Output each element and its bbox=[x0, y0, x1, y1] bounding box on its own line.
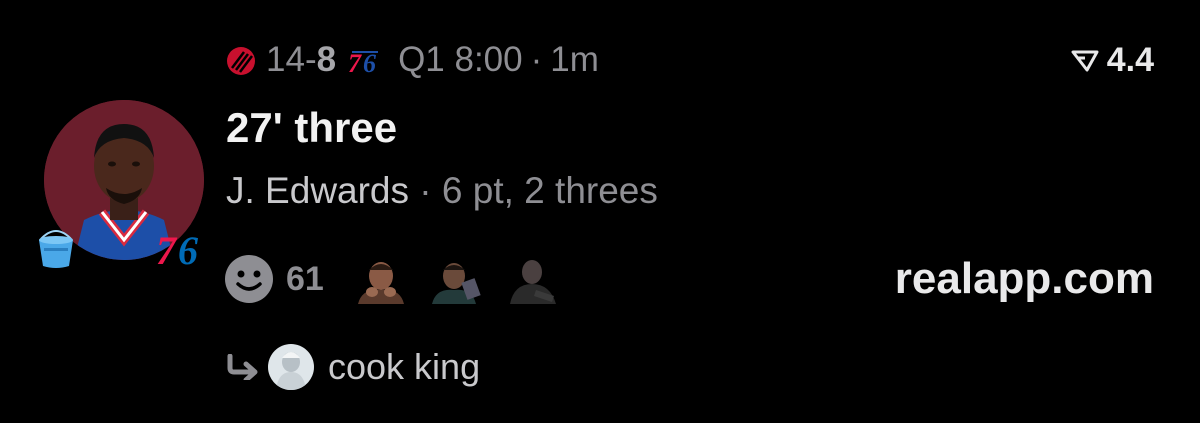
trail-blazers-logo-icon bbox=[226, 45, 256, 75]
reply-user-avatar[interactable] bbox=[268, 344, 314, 390]
reaction-image-1[interactable] bbox=[353, 254, 408, 304]
rating[interactable]: 4.4 bbox=[1071, 38, 1154, 82]
svg-text:6: 6 bbox=[363, 49, 376, 76]
player-name[interactable]: J. Edwards bbox=[226, 170, 409, 211]
flag-check-icon bbox=[1071, 50, 1099, 72]
post-age: 1m bbox=[550, 40, 599, 79]
game-meta-row: 14-8 7 6 Q1 8:00 · 1m bbox=[226, 38, 599, 82]
site-link[interactable]: realapp.com bbox=[895, 252, 1154, 306]
rating-value: 4.4 bbox=[1106, 40, 1154, 79]
score-home: 8 bbox=[316, 40, 337, 79]
meta-separator: · bbox=[530, 40, 543, 79]
score-away: 14 bbox=[266, 40, 305, 79]
reaction-count[interactable]: 61 bbox=[286, 260, 324, 299]
reaction-image-2[interactable] bbox=[429, 254, 484, 304]
score-dash: - bbox=[304, 40, 317, 79]
post-subtitle: J. Edwards · 6 pt, 2 threes bbox=[226, 170, 658, 212]
reaction-image-3[interactable] bbox=[505, 254, 560, 304]
subtitle-separator: · bbox=[419, 170, 432, 211]
reply-arrow-icon bbox=[227, 354, 258, 380]
reply-row[interactable]: cook king bbox=[226, 340, 480, 394]
post-title: 27' three bbox=[226, 104, 398, 151]
reactions-row: 61 bbox=[224, 252, 582, 306]
game-clock: Q1 8:00 bbox=[398, 40, 523, 79]
bucket-icon bbox=[36, 226, 76, 270]
76ers-logo-icon: 7 6 bbox=[348, 45, 382, 78]
svg-text:7: 7 bbox=[348, 49, 362, 76]
76ers-badge-icon: 7 6 bbox=[152, 226, 208, 273]
player-stats: 6 pt, 2 threes bbox=[441, 170, 658, 211]
player-avatar-group[interactable]: 7 6 bbox=[39, 100, 204, 275]
smiley-face-icon[interactable] bbox=[224, 254, 274, 304]
svg-text:7: 7 bbox=[156, 228, 178, 270]
game-score: 14-8 bbox=[266, 40, 336, 80]
svg-text:6: 6 bbox=[178, 228, 198, 270]
reply-user-name[interactable]: cook king bbox=[328, 346, 480, 388]
